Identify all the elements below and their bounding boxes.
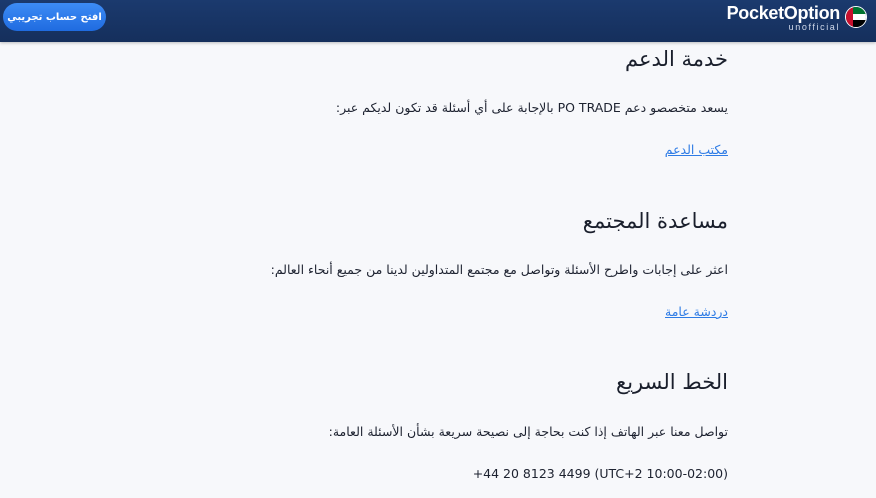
section-title-hotline: الخط السريع [616, 370, 728, 394]
top-navigation-bar: افتح حساب تجريبي PocketOption unofficial [0, 0, 876, 42]
support-desk-link[interactable]: مكتب الدعم [665, 142, 728, 157]
brand-subtitle: unofficial [788, 22, 840, 32]
section-title-support: خدمة الدعم [625, 47, 728, 71]
section-text-hotline: تواصل معنا عبر الهاتف إذا كنت بحاجة إلى … [328, 424, 728, 439]
open-demo-account-button[interactable]: افتح حساب تجريبي [3, 3, 106, 31]
hotline-phone-number[interactable]: +44 20 8123 4499 (UTC+2 10:00-02:00) [473, 466, 728, 481]
section-title-community: مساعدة المجتمع [582, 209, 728, 233]
brand-name: PocketOption [726, 3, 841, 23]
section-text-community: اعثر على إجابات واطرح الأسئلة وتواصل مع … [270, 262, 728, 277]
uae-flag-icon[interactable] [845, 6, 867, 28]
section-text-support: يسعد متخصصو دعم PO TRADE بالإجابة على أي… [335, 100, 728, 115]
public-chat-link[interactable]: دردشة عامة [665, 304, 728, 319]
brand-logo[interactable]: PocketOption unofficial [726, 3, 841, 32]
